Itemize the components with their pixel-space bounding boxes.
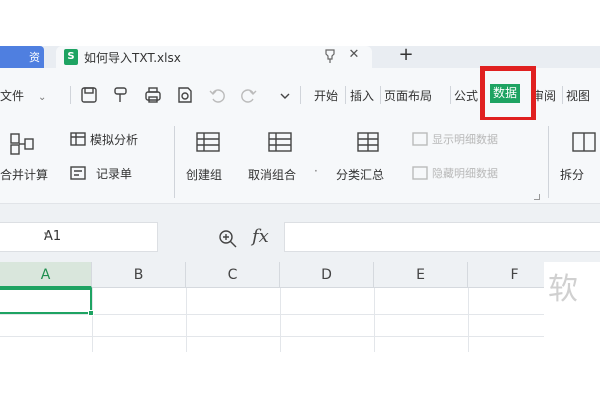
column-header-c[interactable]: C [186, 262, 280, 288]
ungroup-icon [268, 132, 292, 152]
what-if-analysis-button[interactable]: 模拟分析 [90, 131, 138, 148]
show-detail-icon [412, 132, 428, 146]
column-gridline [280, 288, 281, 352]
watermark-text: 软 [548, 272, 578, 307]
toolbar-divider [380, 86, 381, 104]
format-painter-icon[interactable] [112, 86, 130, 104]
bottom-blank [0, 352, 600, 400]
data-ribbon: 合并计算 模拟分析 记录单 创建组 取消组合 · 分类汇总 显示明细数据 隐藏明… [0, 120, 600, 204]
tab-view[interactable]: 视图 [566, 87, 590, 104]
tab-formulas[interactable]: 公式 [454, 87, 478, 104]
column-gridline [186, 288, 187, 352]
new-tab-button[interactable]: + [396, 44, 416, 66]
top-strip [0, 0, 600, 46]
create-group-icon [196, 132, 220, 152]
column-header-a[interactable]: A [0, 262, 92, 288]
print-icon[interactable] [144, 86, 162, 104]
record-form-icon [70, 166, 86, 180]
zoom-search-icon[interactable] [218, 229, 238, 249]
row-gridline [0, 336, 544, 337]
column-header-row: A B C D E F [0, 262, 544, 288]
split-icon [572, 132, 596, 152]
column-header-f[interactable]: F [468, 262, 544, 288]
column-header-d[interactable]: D [280, 262, 374, 288]
chevron-down-icon[interactable]: ▾ [44, 230, 153, 240]
group-expand-icon[interactable] [534, 194, 540, 200]
fill-handle[interactable] [88, 310, 94, 316]
column-gridline [468, 288, 469, 352]
print-preview-icon[interactable] [176, 86, 194, 104]
merge-calculate-icon [10, 133, 34, 155]
ribbon-divider [174, 126, 175, 198]
toolbar-divider [562, 86, 563, 104]
subtotal-icon [357, 132, 379, 152]
selected-cell-a1[interactable] [0, 288, 92, 314]
redo-icon[interactable] [240, 86, 258, 104]
ungroup-button[interactable]: 取消组合 [248, 166, 296, 183]
spreadsheet-grid: A B C D E F [0, 262, 544, 352]
data-tab-highlight [480, 66, 536, 122]
subtotal-button[interactable]: 分类汇总 [336, 166, 384, 183]
function-icon[interactable]: fx [252, 226, 269, 247]
name-box[interactable]: A1 ▾ [0, 222, 158, 252]
tab-home[interactable]: 开始 [314, 87, 338, 104]
save-icon[interactable] [80, 86, 98, 104]
row-gridline [0, 314, 544, 315]
undo-icon[interactable] [208, 86, 226, 104]
split-button[interactable]: 拆分 [560, 166, 584, 183]
column-gridline [92, 288, 93, 352]
toolbar-divider [70, 86, 71, 104]
toolbar-divider [300, 86, 301, 104]
pin-icon[interactable] [322, 48, 338, 64]
what-if-analysis-icon [70, 132, 86, 146]
formula-bar: A1 ▾ fx [0, 204, 600, 262]
tab-insert[interactable]: 插入 [350, 87, 374, 104]
hide-detail-button[interactable]: 隐藏明细数据 [432, 165, 498, 181]
column-header-b[interactable]: B [92, 262, 186, 288]
hide-detail-icon [412, 166, 428, 180]
chevron-down-icon: ⌄ [38, 92, 47, 103]
file-menu[interactable]: 文件 ⌄ [0, 87, 46, 104]
toolbar-divider [345, 86, 346, 104]
show-detail-button[interactable]: 显示明细数据 [432, 131, 498, 147]
tab-left-partial[interactable]: 资 [0, 46, 44, 68]
create-group-button[interactable]: 创建组 [186, 166, 222, 183]
file-menu-label: 文件 [0, 89, 25, 103]
column-gridline [374, 288, 375, 352]
formula-input[interactable] [284, 222, 600, 252]
merge-calc-button[interactable]: 合并计算 [0, 166, 48, 183]
spreadsheet-file-icon: S [64, 49, 78, 65]
ribbon-divider [548, 126, 549, 198]
more-dropdown-icon[interactable] [276, 86, 294, 104]
toolbar-divider [450, 86, 451, 104]
tab-page-layout[interactable]: 页面布局 [384, 87, 432, 104]
file-tab-title: 如何导入TXT.xlsx [84, 51, 181, 65]
tab-file-active[interactable]: S 如何导入TXT.xlsx ✕ [56, 46, 372, 68]
tab-left-label: 资 [29, 51, 40, 64]
record-form-button[interactable]: 记录单 [96, 165, 132, 182]
chevron-down-icon[interactable]: · [314, 164, 318, 178]
column-header-e[interactable]: E [374, 262, 468, 288]
close-tab-icon[interactable]: ✕ [346, 47, 362, 63]
tab-bar: 资 S 如何导入TXT.xlsx ✕ + [0, 44, 600, 68]
